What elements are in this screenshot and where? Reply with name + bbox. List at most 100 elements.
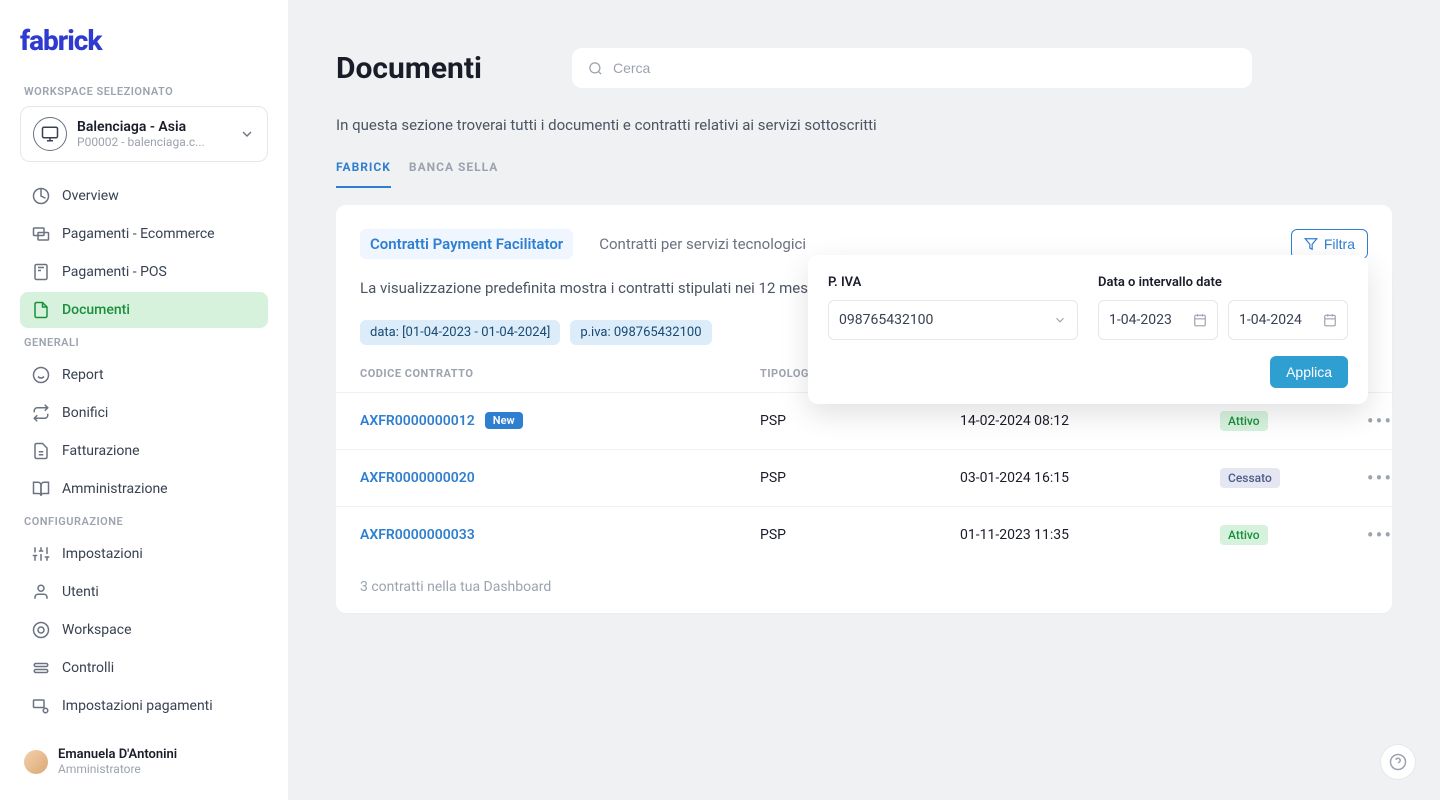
filter-date-from-value: 1-04-2023 — [1109, 312, 1172, 328]
imp-pag-icon — [32, 697, 50, 715]
sidebar-item-amministrazione[interactable]: Amministrazione — [20, 471, 268, 507]
table-row: AXFR0000000020PSP03-01-2024 16:15Cessato… — [336, 449, 1392, 506]
filter-panel: P. IVA 098765432100 Data o intervallo da… — [808, 255, 1368, 404]
amministrazione-icon — [32, 480, 50, 498]
sidebar-item-label: Utenti — [62, 584, 99, 600]
fatturazione-icon — [32, 442, 50, 460]
row-actions[interactable]: ••• — [1360, 466, 1400, 490]
contract-state: Attivo — [1220, 411, 1360, 431]
inner-tab[interactable]: Contratti Payment Facilitator — [360, 229, 573, 259]
sidebar-item-impostazioni[interactable]: Impostazioni — [20, 536, 268, 572]
documenti-icon — [32, 301, 50, 319]
contract-state: Cessato — [1220, 468, 1360, 488]
brand-logo: fabrick — [20, 24, 268, 57]
contract-type: PSP — [760, 527, 960, 543]
row-actions[interactable]: ••• — [1360, 523, 1400, 547]
sidebar-item-label: Pagamenti - POS — [62, 264, 167, 280]
filter-piva-value: 098765432100 — [839, 312, 933, 328]
pag-pos-icon — [32, 263, 50, 281]
contract-date: 14-02-2024 08:12 — [960, 413, 1220, 429]
sidebar-user[interactable]: Emanuela D'Antonini Amministratore — [20, 739, 268, 784]
pag-ecom-icon — [32, 225, 50, 243]
search-input[interactable] — [613, 60, 1236, 76]
sidebar-item-label: Documenti — [62, 302, 130, 318]
sidebar-item-controlli[interactable]: Controlli — [20, 650, 268, 686]
sidebar-item-fatturazione[interactable]: Fatturazione — [20, 433, 268, 469]
outer-tab[interactable]: FABRICK — [336, 160, 391, 188]
table-row: AXFR0000000033PSP01-11-2023 11:35Attivo•… — [336, 506, 1392, 563]
workspace-name: Balenciaga - Asia — [77, 119, 229, 135]
sidebar-item-label: Fatturazione — [62, 443, 140, 459]
bonifici-icon — [32, 404, 50, 422]
chevron-down-icon — [239, 126, 255, 142]
col-code: CODICE CONTRATTO — [360, 367, 760, 380]
overview-icon — [32, 187, 50, 205]
table-footer: 3 contratti nella tua Dashboard — [336, 563, 1392, 595]
contract-code[interactable]: AXFR0000000020 — [360, 470, 760, 486]
search-icon — [588, 61, 603, 76]
calendar-icon — [1193, 313, 1207, 327]
sidebar-item-label: Bonifici — [62, 405, 108, 421]
sidebar: fabrick WORKSPACE SELEZIONATO Balenciaga… — [0, 0, 288, 800]
filter-chip[interactable]: p.iva: 098765432100 — [570, 320, 711, 345]
monitor-icon — [33, 117, 67, 151]
new-badge: New — [485, 412, 523, 429]
sidebar-item-pag-ecom[interactable]: Pagamenti - Ecommerce — [20, 216, 268, 252]
row-actions[interactable]: ••• — [1360, 409, 1400, 433]
chevron-down-icon — [1053, 313, 1067, 327]
section-label: CONFIGURAZIONE — [24, 515, 268, 528]
filter-button-label: Filtra — [1324, 236, 1355, 252]
filter-date-from[interactable]: 1-04-2023 — [1098, 300, 1218, 340]
main-content: Documenti In questa sezione troverai tut… — [288, 0, 1440, 800]
controlli-icon — [32, 659, 50, 677]
section-label: GENERALI — [24, 336, 268, 349]
help-button[interactable] — [1380, 744, 1416, 780]
apply-button[interactable]: Applica — [1270, 356, 1348, 388]
sidebar-item-bonifici[interactable]: Bonifici — [20, 395, 268, 431]
sidebar-item-pag-pos[interactable]: Pagamenti - POS — [20, 254, 268, 290]
sidebar-item-overview[interactable]: Overview — [20, 178, 268, 214]
sidebar-item-label: Pagamenti - Ecommerce — [62, 226, 215, 242]
workspace-sub: P00002 - balenciaga.c... — [77, 135, 229, 149]
contract-date: 03-01-2024 16:15 — [960, 470, 1220, 486]
user-role: Amministratore — [58, 762, 177, 776]
contract-state: Attivo — [1220, 525, 1360, 545]
filter-icon — [1304, 237, 1318, 251]
sidebar-item-label: Overview — [62, 188, 119, 204]
inner-tab[interactable]: Contratti per servizi tecnologici — [589, 229, 816, 259]
calendar-icon — [1323, 313, 1337, 327]
contract-code[interactable]: AXFR0000000033 — [360, 527, 760, 543]
sidebar-item-documenti[interactable]: Documenti — [20, 292, 268, 328]
avatar — [24, 750, 48, 774]
sidebar-item-label: Workspace — [62, 622, 132, 638]
sidebar-item-report[interactable]: Report — [20, 357, 268, 393]
contract-type: PSP — [760, 413, 960, 429]
contract-code[interactable]: AXFR0000000012New — [360, 412, 760, 429]
workspace-icon — [32, 621, 50, 639]
sidebar-item-label: Impostazioni — [62, 546, 143, 562]
sidebar-item-label: Controlli — [62, 660, 114, 676]
page-description: In questa sezione troverai tutti i docum… — [336, 116, 1392, 134]
workspace-selector[interactable]: Balenciaga - Asia P00002 - balenciaga.c.… — [20, 106, 268, 162]
sidebar-item-label: Amministrazione — [62, 481, 168, 497]
impostazioni-icon — [32, 545, 50, 563]
filter-date-label: Data o intervallo date — [1098, 275, 1348, 290]
filter-piva-select[interactable]: 098765432100 — [828, 300, 1078, 340]
sidebar-item-utenti[interactable]: Utenti — [20, 574, 268, 610]
user-name: Emanuela D'Antonini — [58, 747, 177, 762]
filter-chip[interactable]: data: [01-04-2023 - 01-04-2024] — [360, 320, 560, 345]
sidebar-item-workspace[interactable]: Workspace — [20, 612, 268, 648]
sidebar-item-label: Report — [62, 367, 104, 383]
search-box[interactable] — [572, 48, 1252, 88]
filter-date-to-value: 1-04-2024 — [1239, 312, 1302, 328]
workspace-section-label: WORKSPACE SELEZIONATO — [24, 85, 268, 98]
outer-tab[interactable]: BANCA SELLA — [409, 160, 498, 188]
contract-type: PSP — [760, 470, 960, 486]
contract-date: 01-11-2023 11:35 — [960, 527, 1220, 543]
filter-date-to[interactable]: 1-04-2024 — [1228, 300, 1348, 340]
utenti-icon — [32, 583, 50, 601]
documents-card: Contratti Payment Facilitator Contratti p… — [336, 205, 1392, 613]
filter-piva-label: P. IVA — [828, 275, 1078, 290]
sidebar-item-label: Impostazioni pagamenti — [62, 698, 213, 714]
sidebar-item-imp-pag[interactable]: Impostazioni pagamenti — [20, 688, 268, 724]
